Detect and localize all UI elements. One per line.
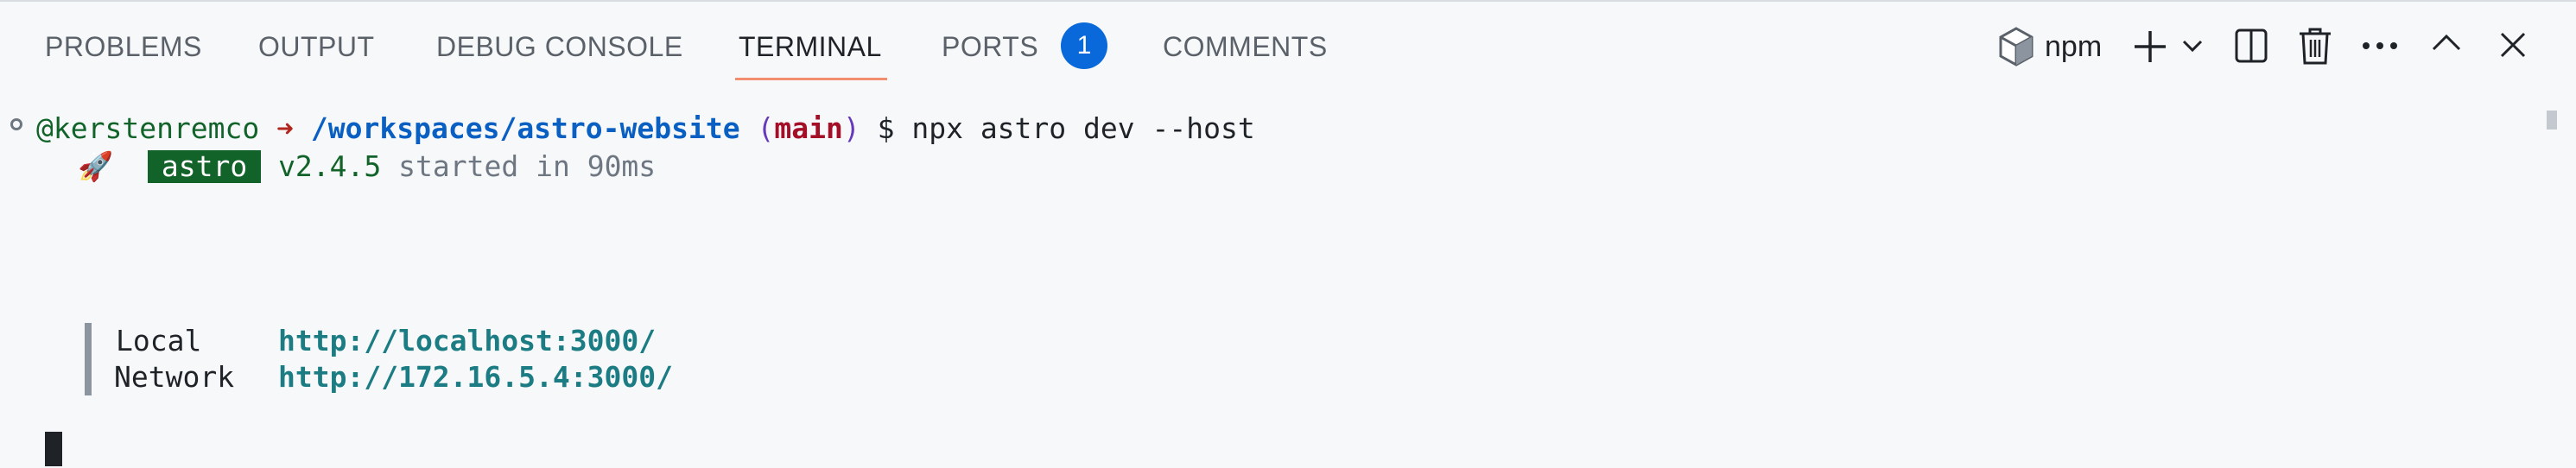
prompt-line: @kerstenremco ➜ /workspaces/astro-websit… — [36, 111, 1255, 147]
chevron-down-icon[interactable] — [2181, 36, 2204, 55]
tab-debug-console[interactable]: DEBUG CONSOLE — [436, 22, 683, 71]
prompt-user: @kerstenremco — [36, 111, 260, 145]
astro-badge: astro — [147, 150, 262, 183]
terminal-output[interactable]: @kerstenremco ➜ /workspaces/astro-websit… — [0, 104, 2540, 468]
ports-count-badge: 1 — [1061, 22, 1107, 69]
terminal-cursor — [45, 432, 62, 466]
server-label-local: Local — [116, 324, 202, 357]
npm-package-icon[interactable] — [1997, 26, 2035, 67]
terminal-profile-label[interactable]: npm — [2045, 26, 2102, 67]
trash-icon[interactable] — [2298, 26, 2332, 66]
server-url-local[interactable]: http://localhost:3000/ — [278, 323, 656, 359]
paren-open: ( — [757, 111, 775, 145]
tab-comments[interactable]: COMMENTS — [1163, 22, 1328, 71]
prompt-path: /workspaces/astro-website — [310, 111, 740, 145]
startup-line: 🚀 astro v2.4.5 started in 90ms — [78, 149, 656, 185]
tab-terminal[interactable]: TERMINAL — [739, 22, 882, 71]
server-url-network[interactable]: http://172.16.5.4:3000/ — [278, 359, 673, 395]
startup-message: started in 90ms — [398, 149, 657, 183]
tab-output[interactable]: OUTPUT — [258, 22, 375, 71]
terminal-scrollbar[interactable] — [2547, 111, 2557, 130]
rocket-icon: 🚀 — [78, 149, 114, 183]
tab-ports[interactable]: PORTS — [942, 22, 1038, 71]
command-text: npx astro dev --host — [911, 111, 1255, 145]
active-tab-underline — [735, 78, 887, 80]
paren-close: ) — [842, 111, 860, 145]
close-icon[interactable] — [2499, 31, 2527, 59]
server-label-network: Network — [114, 360, 235, 394]
chevron-up-icon[interactable] — [2431, 31, 2462, 55]
command-status-circle-icon[interactable] — [10, 118, 22, 130]
prompt-symbol: $ — [877, 111, 895, 145]
git-branch: main — [774, 111, 843, 145]
astro-version: v2.4.5 — [278, 149, 382, 183]
ellipsis-icon[interactable] — [2361, 40, 2399, 52]
panel-tab-bar: PROBLEMS OUTPUT DEBUG CONSOLE TERMINAL P… — [0, 0, 2576, 95]
server-info-bar — [85, 323, 92, 395]
tab-problems[interactable]: PROBLEMS — [45, 22, 202, 71]
prompt-arrow: ➜ — [276, 111, 295, 145]
plus-icon[interactable] — [2131, 28, 2169, 66]
split-terminal-icon[interactable] — [2234, 28, 2268, 64]
